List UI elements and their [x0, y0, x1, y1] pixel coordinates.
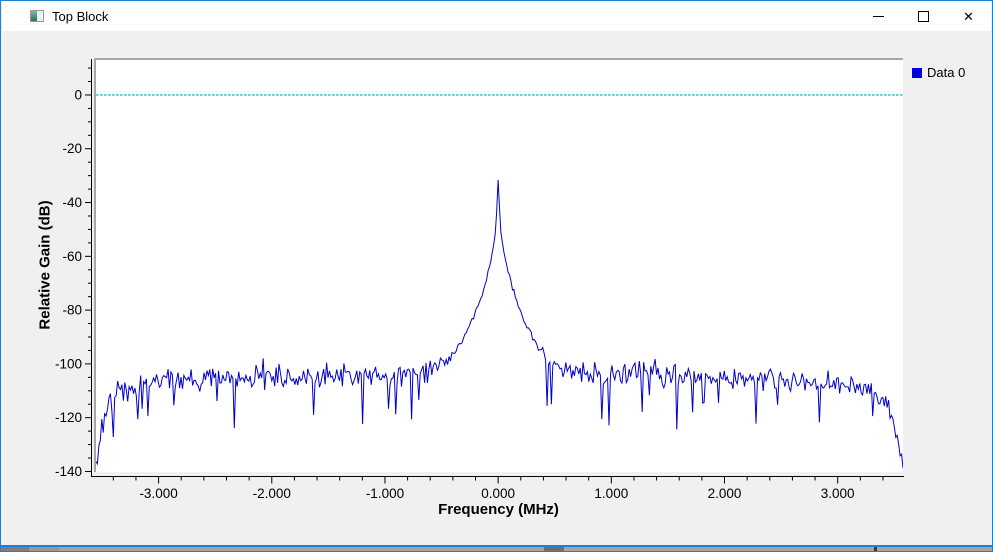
- x-axis-title: Frequency (MHz): [438, 501, 559, 518]
- svg-text:-40: -40: [62, 195, 82, 210]
- background-window-edge: [1, 547, 992, 551]
- legend-swatch-data0: [912, 67, 922, 78]
- svg-text:0: 0: [74, 87, 82, 102]
- svg-text:-1.000: -1.000: [366, 486, 404, 501]
- svg-text:-120: -120: [55, 410, 82, 425]
- minimize-icon: [873, 15, 884, 17]
- window-controls: ✕: [856, 1, 991, 31]
- svg-text:0.000: 0.000: [481, 486, 515, 501]
- svg-text:-3.000: -3.000: [139, 486, 177, 501]
- close-button[interactable]: ✕: [946, 1, 991, 31]
- y-axis-title: Relative Gain (dB): [36, 200, 54, 330]
- svg-text:3.000: 3.000: [821, 486, 855, 501]
- svg-text:2.000: 2.000: [708, 486, 742, 501]
- app-window-icon: [30, 10, 44, 22]
- svg-text:-2.000: -2.000: [253, 486, 291, 501]
- svg-text:-60: -60: [62, 249, 82, 264]
- svg-text:-140: -140: [55, 464, 82, 479]
- close-icon: ✕: [963, 8, 974, 24]
- minimize-button[interactable]: [856, 1, 901, 31]
- title-bar[interactable]: Top Block ✕: [2, 1, 991, 31]
- svg-text:1.000: 1.000: [594, 486, 628, 501]
- legend[interactable]: Data 0: [912, 65, 965, 80]
- maximize-icon: [918, 10, 929, 22]
- window-title: Top Block: [52, 8, 109, 24]
- app-window: Top Block ✕ 0 -20 -40 -60 -80 -100 -120 -140 -3.…: [0, 0, 993, 552]
- maximize-button[interactable]: [901, 1, 946, 31]
- legend-label-data0: Data 0: [927, 65, 966, 80]
- svg-text:-80: -80: [62, 303, 82, 318]
- svg-text:-20: -20: [62, 141, 82, 156]
- plot-canvas[interactable]: [94, 58, 903, 472]
- svg-text:-100: -100: [55, 356, 82, 371]
